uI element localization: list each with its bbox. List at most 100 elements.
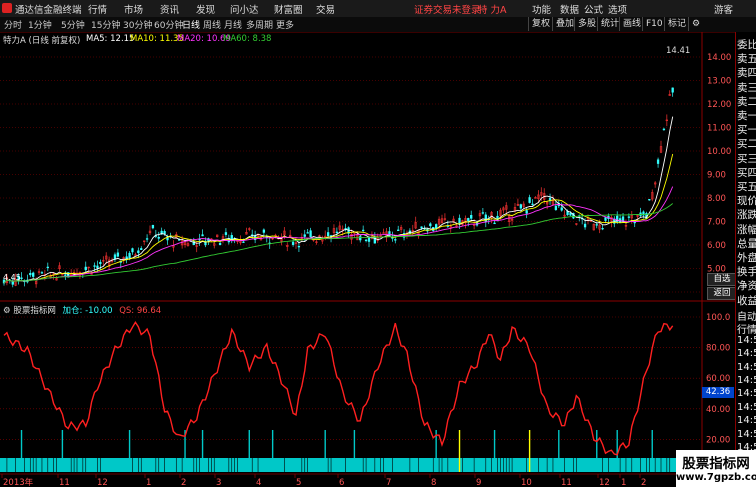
candle-body [583, 223, 587, 228]
tick-list-item: 14:5 [737, 375, 756, 386]
candle-body [163, 231, 166, 235]
ma-line [3, 116, 674, 284]
quote-panel-item: 收益 [737, 294, 756, 307]
price-axis: 14.00 13.00 12.00 11.00 10.00 9.00 8.00 7.00 6.0… [707, 53, 731, 298]
candle-body [93, 265, 96, 267]
candle-body [262, 229, 266, 233]
indicator-tick-label: 100.0 [706, 313, 730, 323]
candle-body [595, 224, 598, 226]
signal-band [0, 458, 700, 472]
x-tick-label: 8 [431, 478, 436, 487]
indicator-gear-icon[interactable]: ⚙ [3, 306, 11, 316]
candle-body [218, 242, 222, 245]
x-tick-label: 12 [97, 478, 108, 487]
quote-panel-item: 卖二 [737, 95, 756, 108]
price-tick-label: 14.00 [707, 53, 731, 63]
indicator-qs: QS: 96.64 [119, 306, 162, 316]
ma-line [3, 153, 674, 284]
candle-body [560, 207, 563, 211]
candle-body [297, 245, 301, 248]
candle-body [467, 218, 470, 222]
candle-body [128, 252, 131, 259]
auto-select-button[interactable]: 自选 [707, 273, 737, 286]
x-tick-label: 9 [476, 478, 481, 487]
candle-body [137, 250, 140, 254]
x-tick-label: 1 [621, 478, 626, 487]
candle-body [525, 210, 528, 214]
candle-body [116, 252, 120, 257]
candle-body [335, 231, 339, 233]
tick-list-item: 14:5 [737, 334, 756, 346]
quote-panel-item: 委比 [737, 39, 756, 51]
candle-body [224, 232, 228, 235]
candle-body [291, 241, 295, 245]
candle-body [420, 226, 423, 229]
candle-body [656, 159, 660, 164]
candle-body [326, 232, 330, 237]
candle-body [131, 248, 134, 253]
watermark: 股票指标网 www.7gpzb.com [676, 450, 756, 487]
quote-panel-item: 换手 [737, 266, 756, 279]
quote-panel-item: 净资 [737, 280, 756, 293]
time-axis: 2013年 11 12 1 2 3 4 5 6 7 8 9 10 11 12 1 2 [0, 473, 700, 487]
candle-body [569, 213, 572, 216]
quote-panel-item: 卖一 [737, 110, 756, 122]
price-tick-label: 10.00 [707, 147, 731, 157]
price-grid [0, 32, 703, 487]
return-button[interactable]: 返回 [707, 287, 737, 300]
quote-panel-item: 外盘 [737, 252, 756, 264]
candle-body [242, 241, 245, 243]
candle-body [397, 229, 400, 231]
quote-panel-item: 现价 [737, 195, 756, 208]
candle-body [671, 87, 674, 93]
max-price-label: 14.41 [666, 46, 691, 56]
candle-body [662, 128, 666, 131]
x-tick-label: 12 [599, 478, 610, 487]
candle-body [29, 272, 32, 276]
candle-body [648, 199, 651, 201]
price-tick-label: 8.00 [707, 194, 726, 204]
tick-list-item: 14:5 [737, 428, 756, 440]
candle-body [64, 274, 67, 276]
indicator-tick-label: 40.00 [706, 405, 730, 415]
x-tick-label: 2 [641, 478, 646, 487]
indicator-tick-label: 60.00 [706, 374, 730, 384]
x-tick-label: 6 [339, 478, 344, 487]
quote-panel-item: 总量 [737, 237, 756, 250]
candle-body [429, 223, 432, 227]
candle-body [528, 197, 531, 203]
low-price-label: 4.45 [3, 273, 21, 282]
candle-body [84, 266, 87, 271]
candle-body [604, 217, 607, 221]
candle-body [96, 265, 99, 269]
quote-panel-item: 卖五 [737, 53, 756, 66]
x-tick-label: 11 [561, 478, 572, 487]
x-tick-label: 11 [59, 478, 70, 487]
x-tick-label: 1 [146, 478, 151, 487]
price-tick-label: 9.00 [707, 171, 726, 181]
candle-body [519, 204, 522, 209]
tick-list-item: 14:5 [737, 401, 756, 413]
ma-lines [3, 116, 674, 284]
tick-list-item: 14:5 [737, 361, 756, 373]
candle-body [140, 248, 143, 250]
quote-panel-item: 买五 [737, 181, 756, 193]
indicator-tick-label: 80.00 [706, 344, 730, 354]
candle-body [470, 215, 473, 219]
price-tick-label: 13.00 [707, 77, 731, 87]
indicator-axis: 100.0 80.00 60.00 40.00 20.00 [706, 313, 730, 445]
price-tick-label: 7.00 [707, 218, 726, 228]
candle-body [151, 224, 155, 229]
candle-body [554, 205, 558, 211]
quote-panel-item: 买一 [737, 124, 756, 137]
quote-panel-item: 买二 [737, 138, 756, 151]
tick-list-item: 14:5 [737, 348, 756, 360]
indicator-name: 股票指标网 [13, 306, 56, 316]
candle-body [306, 232, 309, 234]
x-tick-label: 3 [216, 478, 221, 487]
x-tick-label: 2 [181, 478, 186, 487]
candle-body [303, 234, 306, 237]
candle-body [20, 277, 23, 279]
candle-body [601, 228, 604, 230]
x-tick-label: 10 [521, 478, 532, 487]
